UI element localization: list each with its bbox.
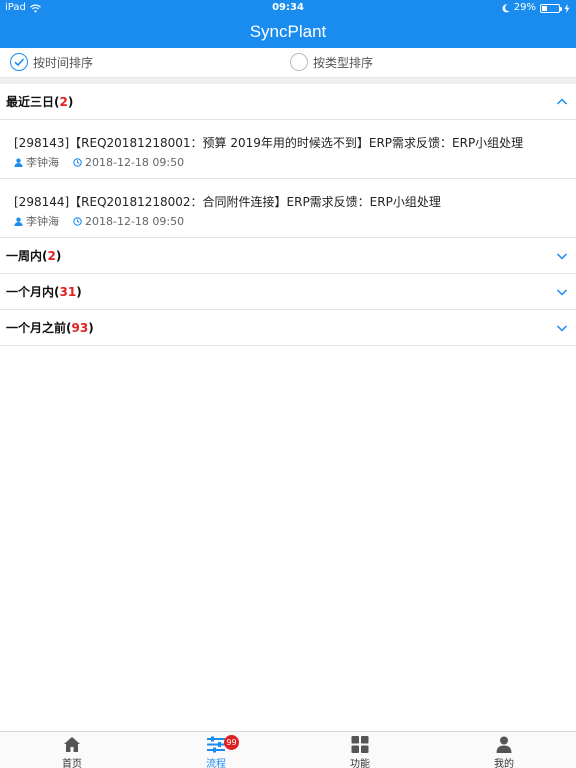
battery-icon bbox=[540, 3, 562, 13]
section-label: 一个月内 bbox=[6, 285, 55, 299]
page-title: SyncPlant bbox=[249, 22, 327, 41]
entry-datetime: 2018-12-18 09:50 bbox=[85, 155, 185, 169]
chevron-down-icon bbox=[556, 325, 568, 332]
empty-circle-icon bbox=[290, 53, 308, 71]
tab-label: 我的 bbox=[494, 759, 514, 768]
clock-icon bbox=[73, 157, 82, 167]
entry-user: 李钟海 bbox=[26, 156, 59, 169]
entry-title: [298143]【REQ20181218001：预算 2019年用的时候选不到】… bbox=[14, 136, 524, 150]
notification-badge: 99 bbox=[224, 735, 239, 750]
sliders-icon bbox=[207, 736, 225, 753]
sort-by-time-option[interactable]: 按时间排序 bbox=[10, 53, 93, 71]
charging-icon bbox=[564, 3, 570, 13]
section-count: 2 bbox=[59, 95, 68, 109]
grid-icon bbox=[351, 736, 369, 753]
tab-process[interactable]: 99 流程 bbox=[144, 732, 288, 768]
entry-user: 李钟海 bbox=[26, 215, 59, 228]
chevron-up-icon bbox=[556, 98, 568, 105]
section-count: 2 bbox=[47, 249, 56, 263]
moon-icon bbox=[502, 3, 510, 12]
section-label: 一周内 bbox=[6, 249, 43, 263]
sort-by-type-option[interactable]: 按类型排序 bbox=[290, 53, 373, 71]
tab-mine[interactable]: 我的 bbox=[432, 732, 576, 768]
status-time: 09:34 bbox=[272, 2, 304, 13]
tab-label: 流程 bbox=[206, 759, 226, 768]
tab-home[interactable]: 首页 bbox=[0, 732, 144, 768]
list-item[interactable]: [298144]【REQ20181218002：合同附件连接】ERP需求反馈：E… bbox=[0, 179, 576, 238]
status-bar: iPad 09:34 29% bbox=[0, 0, 576, 16]
user-icon bbox=[496, 736, 512, 753]
tab-label: 功能 bbox=[350, 759, 370, 768]
sort-bar: 按时间排序 按类型排序 bbox=[0, 48, 576, 78]
section-label: 一个月之前 bbox=[6, 321, 67, 335]
entry-datetime: 2018-12-18 09:50 bbox=[85, 214, 185, 228]
sort-by-time-label: 按时间排序 bbox=[33, 55, 94, 70]
section-count: 93 bbox=[71, 321, 89, 335]
section-label: 最近三日 bbox=[6, 95, 55, 109]
entry-title: [298144]【REQ20181218002：合同附件连接】ERP需求反馈：E… bbox=[14, 195, 441, 209]
tab-bar: 首页 99 流程 功能 我的 bbox=[0, 731, 576, 768]
section-count: 31 bbox=[59, 285, 77, 299]
sort-by-type-label: 按类型排序 bbox=[313, 55, 374, 70]
chevron-down-icon bbox=[556, 253, 568, 260]
tab-functions[interactable]: 功能 bbox=[288, 732, 432, 768]
chevron-down-icon bbox=[556, 289, 568, 296]
clock-icon bbox=[73, 216, 82, 226]
section-recent-three-days[interactable]: 最近三日(2) bbox=[0, 84, 576, 120]
user-icon bbox=[14, 158, 23, 167]
user-icon bbox=[14, 217, 23, 226]
list-item[interactable]: [298143]【REQ20181218001：预算 2019年用的时候选不到】… bbox=[0, 120, 576, 179]
home-icon bbox=[64, 737, 80, 752]
battery-fill bbox=[542, 5, 547, 11]
section-within-month[interactable]: 一个月内(31) bbox=[0, 274, 576, 310]
section-within-week[interactable]: 一周内(2) bbox=[0, 238, 576, 274]
check-circle-icon bbox=[10, 53, 28, 71]
tab-label: 首页 bbox=[62, 759, 82, 768]
battery-percent: 29% bbox=[513, 2, 536, 13]
section-before-month[interactable]: 一个月之前(93) bbox=[0, 310, 576, 346]
